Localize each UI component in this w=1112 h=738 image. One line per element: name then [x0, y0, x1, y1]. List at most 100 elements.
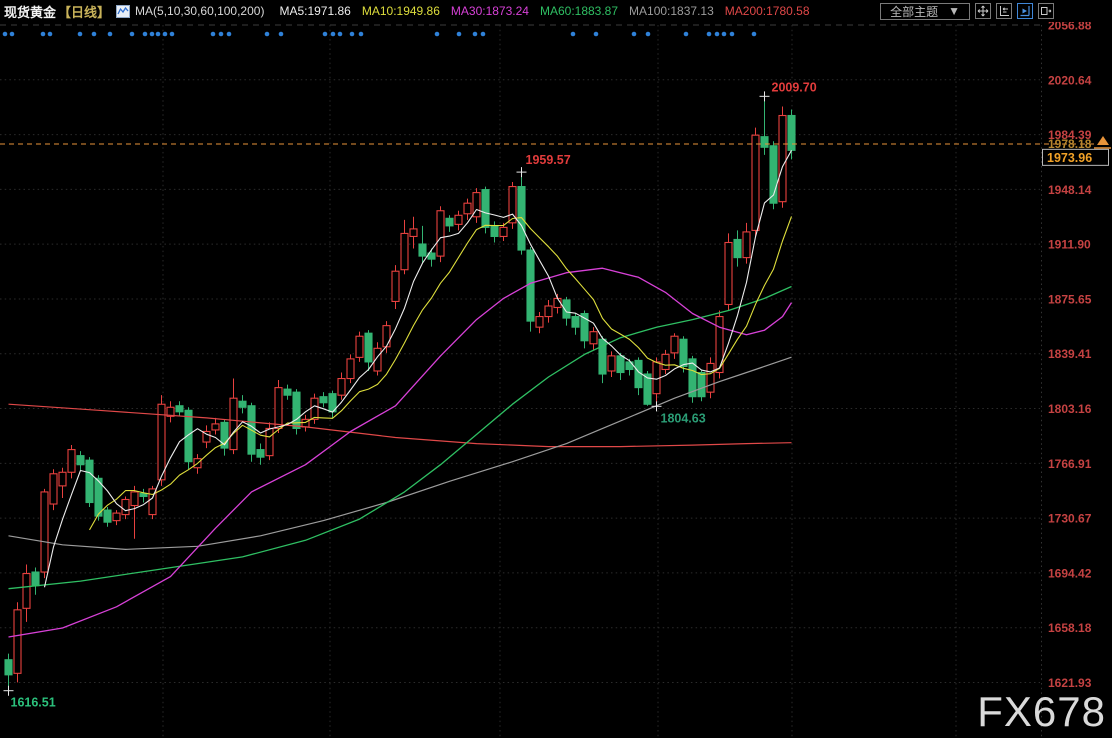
- event-dot[interactable]: [219, 32, 224, 37]
- ma-line-ma10: [90, 216, 792, 530]
- price-tick-label: 1948.14: [1048, 183, 1092, 197]
- event-dot[interactable]: [10, 32, 15, 37]
- candle-body-up: [311, 398, 318, 419]
- scale-left-axis-icon[interactable]: [996, 3, 1012, 19]
- price-annotation: 1616.51: [11, 696, 56, 710]
- event-dot[interactable]: [594, 32, 599, 37]
- candle-body-down: [617, 356, 624, 373]
- ma-line-ma5: [45, 150, 792, 587]
- event-dot[interactable]: [150, 32, 155, 37]
- price-annotation: 2009.70: [772, 80, 817, 94]
- candle-body-up: [122, 499, 129, 514]
- add-pane-icon[interactable]: [1038, 3, 1054, 19]
- top-toolbar: 现货黄金 【日线】 MA(5,10,30,60,100,200) MA5:197…: [0, 0, 1112, 22]
- ma-line-ma100: [9, 357, 792, 549]
- candle-body-down: [140, 493, 147, 496]
- event-dot[interactable]: [3, 32, 8, 37]
- candle-body-up: [392, 271, 399, 301]
- event-dot[interactable]: [143, 32, 148, 37]
- candle-body-down: [176, 406, 183, 412]
- event-dot[interactable]: [338, 32, 343, 37]
- event-dot[interactable]: [707, 32, 712, 37]
- event-dot[interactable]: [350, 32, 355, 37]
- price-tick-label: 2056.88: [1048, 22, 1092, 33]
- candle-body-down: [239, 401, 246, 407]
- ma-legend: MA5:1971.86MA10:1949.86MA30:1873.24MA60:…: [268, 4, 809, 18]
- price-tick-label: 1730.67: [1048, 512, 1092, 526]
- event-dot[interactable]: [730, 32, 735, 37]
- candle-body-down: [257, 450, 264, 458]
- candle-body-up: [401, 233, 408, 269]
- candle-body-up: [59, 472, 66, 486]
- event-dot[interactable]: [646, 32, 651, 37]
- event-dot[interactable]: [632, 32, 637, 37]
- symbol-title: 现货黄金: [4, 2, 56, 21]
- theme-selector-button[interactable]: 全部主题 ▼: [880, 3, 970, 20]
- candle-body-up: [662, 354, 669, 369]
- candle-body-down: [32, 572, 39, 586]
- event-dot[interactable]: [48, 32, 53, 37]
- candle-body-down: [680, 339, 687, 366]
- price-annotation: 1804.63: [661, 411, 706, 425]
- candle-body-down: [788, 116, 795, 151]
- event-dot[interactable]: [481, 32, 486, 37]
- candle-body-up: [338, 379, 345, 396]
- candle-body-up: [464, 203, 471, 214]
- candle-body-down: [734, 239, 741, 257]
- latest-price-arrow-icon[interactable]: [1097, 136, 1109, 145]
- pan-crosshair-icon[interactable]: [975, 3, 991, 19]
- candle-body-down: [320, 397, 327, 403]
- candle-body-up: [437, 211, 444, 256]
- candle-body-up: [545, 306, 552, 317]
- event-dot[interactable]: [457, 32, 462, 37]
- event-dot[interactable]: [265, 32, 270, 37]
- candle-body-up: [500, 227, 507, 236]
- event-dot[interactable]: [92, 32, 97, 37]
- event-dot[interactable]: [752, 32, 757, 37]
- event-dot[interactable]: [156, 32, 161, 37]
- event-dot[interactable]: [359, 32, 364, 37]
- price-tick-label: 1984.39: [1048, 128, 1092, 142]
- event-dot[interactable]: [473, 32, 478, 37]
- event-dot[interactable]: [163, 32, 168, 37]
- event-dot[interactable]: [715, 32, 720, 37]
- event-dot[interactable]: [130, 32, 135, 37]
- price-tick-label: 1766.91: [1048, 457, 1092, 471]
- price-tick-label: 2020.64: [1048, 73, 1092, 87]
- event-dot[interactable]: [78, 32, 83, 37]
- candle-body-down: [482, 190, 489, 228]
- event-dot[interactable]: [279, 32, 284, 37]
- candle-body-up: [743, 232, 750, 258]
- event-dot[interactable]: [227, 32, 232, 37]
- candle-body-up: [608, 356, 615, 371]
- candle-body-up: [212, 424, 219, 430]
- scale-right-axis-icon[interactable]: [1017, 3, 1033, 19]
- candle-body-down: [572, 317, 579, 328]
- event-dot[interactable]: [41, 32, 46, 37]
- event-dot[interactable]: [571, 32, 576, 37]
- ma-legend-item-ma200: MA200:1780.58: [725, 4, 810, 18]
- event-dot[interactable]: [108, 32, 113, 37]
- candle-body-up: [383, 326, 390, 347]
- candle-body-up: [23, 574, 30, 609]
- event-dot[interactable]: [435, 32, 440, 37]
- candle-body-up: [752, 135, 759, 230]
- candle-body-up: [671, 336, 678, 353]
- watermark: FX678: [977, 688, 1106, 736]
- event-dot[interactable]: [722, 32, 727, 37]
- price-tick-label: 1911.90: [1048, 238, 1091, 252]
- event-dot[interactable]: [684, 32, 689, 37]
- event-dot[interactable]: [211, 32, 216, 37]
- candlestick-chart[interactable]: 1978.182056.882020.641984.391948.141911.…: [0, 22, 1112, 738]
- price-tick-label: 1803.16: [1048, 402, 1092, 416]
- candle-body-up: [410, 229, 417, 237]
- event-dot[interactable]: [323, 32, 328, 37]
- candle-body-up: [536, 317, 543, 328]
- candle-body-down: [365, 333, 372, 362]
- mini-chart-icon[interactable]: [116, 5, 130, 18]
- last-price-value: 1973.96: [1047, 151, 1092, 165]
- candle-body-down: [698, 373, 705, 397]
- event-dot[interactable]: [331, 32, 336, 37]
- period-label: 【日线】: [58, 2, 110, 21]
- event-dot[interactable]: [170, 32, 175, 37]
